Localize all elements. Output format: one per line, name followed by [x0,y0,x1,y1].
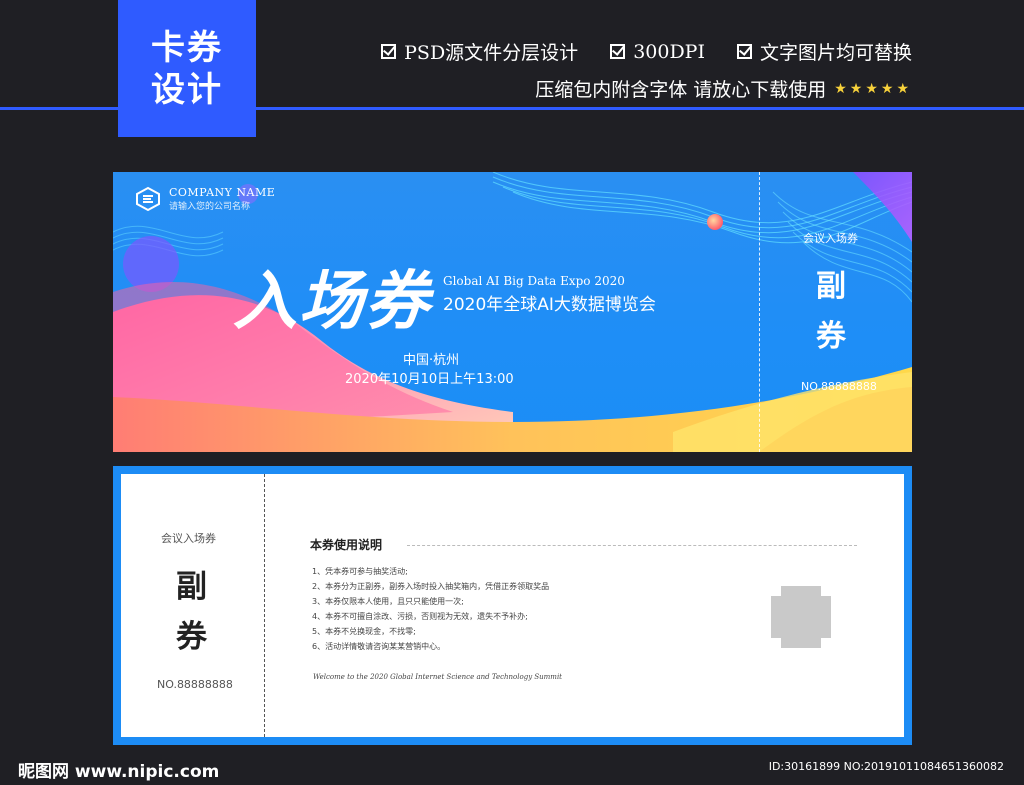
list-item: 2、本券分为正副券，副券入场时投入抽奖箱内，凭借正券领取奖品 [312,582,550,591]
rating-stars-icon: ★★★★★ [834,80,912,97]
ticket-back: 会议入场券 副 券 NO.88888888 本券使用说明 1、凭本券可参与抽奖活… [113,466,912,745]
instructions-divider [407,545,857,546]
list-item: 5、本券不兑换现金，不找零; [312,627,416,636]
feature-item: PSD源文件分层设计 [381,38,578,65]
feature-item: 文字图片均可替换 [736,38,912,65]
event-datetime: 2020年10月10日上午13:00 [345,372,514,387]
badge-line-1: 卡券 [151,27,223,68]
company-logo-icon [136,186,160,212]
badge-line-2: 设计 [151,69,223,110]
checkbox-icon [610,44,626,59]
stub-title-char: 券 [816,319,846,354]
expo-name-chinese: 2020年全球AI大数据博览会 [443,295,656,315]
stub-title: 副 券 [176,562,207,662]
feature-label: 文字图片均可替换 [759,42,912,64]
ticket-back-panel: 会议入场券 副 券 NO.88888888 本券使用说明 1、凭本券可参与抽奖活… [121,474,904,737]
event-location: 中国·杭州 [403,353,460,368]
feature-label: PSD源文件分层设计 [404,42,579,64]
qr-code-placeholder [771,586,831,648]
stub-title-char: 券 [176,619,207,655]
stub-label: 会议入场券 [161,532,216,545]
image-id-watermark: ID:30161899 NO:20191011084651360082 [768,760,1004,773]
perforation-line [759,172,760,452]
list-item: 4、本券不可擅自涂改、污损，否则视为无效，遗失不予补办; [312,612,528,621]
stub-title: 副 券 [816,262,846,362]
ticket-number: NO.88888888 [157,678,233,691]
company-subtitle: 请输入您的公司名称 [169,202,251,212]
site-watermark: 昵图网 www.nipic.com [18,762,220,782]
ticket-number: NO.88888888 [801,380,877,393]
welcome-english: Welcome to the 2020 Global Internet Scie… [313,673,562,681]
perforation-line [264,474,265,737]
title-badge: 卡券 设计 [118,0,256,137]
ticket-title: 入场券 [233,265,431,339]
feature-item: 300DPI [610,38,705,65]
list-item: 6、活动详情敬请咨询某某营销中心。 [312,642,446,651]
list-item: 1、凭本券可参与抽奖活动; [312,567,408,576]
list-item: 3、本券仅限本人使用，且只只能使用一次; [312,597,464,606]
feature-label: 300DPI [633,40,705,63]
checkbox-icon [381,44,397,59]
stub-title-char: 副 [816,269,846,304]
instructions-title: 本券使用说明 [310,538,383,552]
expo-name-english: Global AI Big Data Expo 2020 [443,274,625,288]
feature-list: PSD源文件分层设计 300DPI 文字图片均可替换 压缩包内附含字体 请放心下… [381,38,912,102]
company-logo: COMPANY NAME 请输入您的公司名称 [135,186,275,212]
download-note: 压缩包内附含字体 请放心下载使用 [535,79,827,101]
checkbox-icon [736,44,752,59]
stub-title-char: 副 [176,569,207,605]
stub-label: 会议入场券 [803,232,858,245]
company-name: COMPANY NAME [169,186,276,199]
instructions-list: 1、凭本券可参与抽奖活动; 2、本券分为正副券，副券入场时投入抽奖箱内，凭借正券… [312,564,549,654]
ticket-front: COMPANY NAME 请输入您的公司名称 入场券 Global AI Big… [113,172,912,452]
